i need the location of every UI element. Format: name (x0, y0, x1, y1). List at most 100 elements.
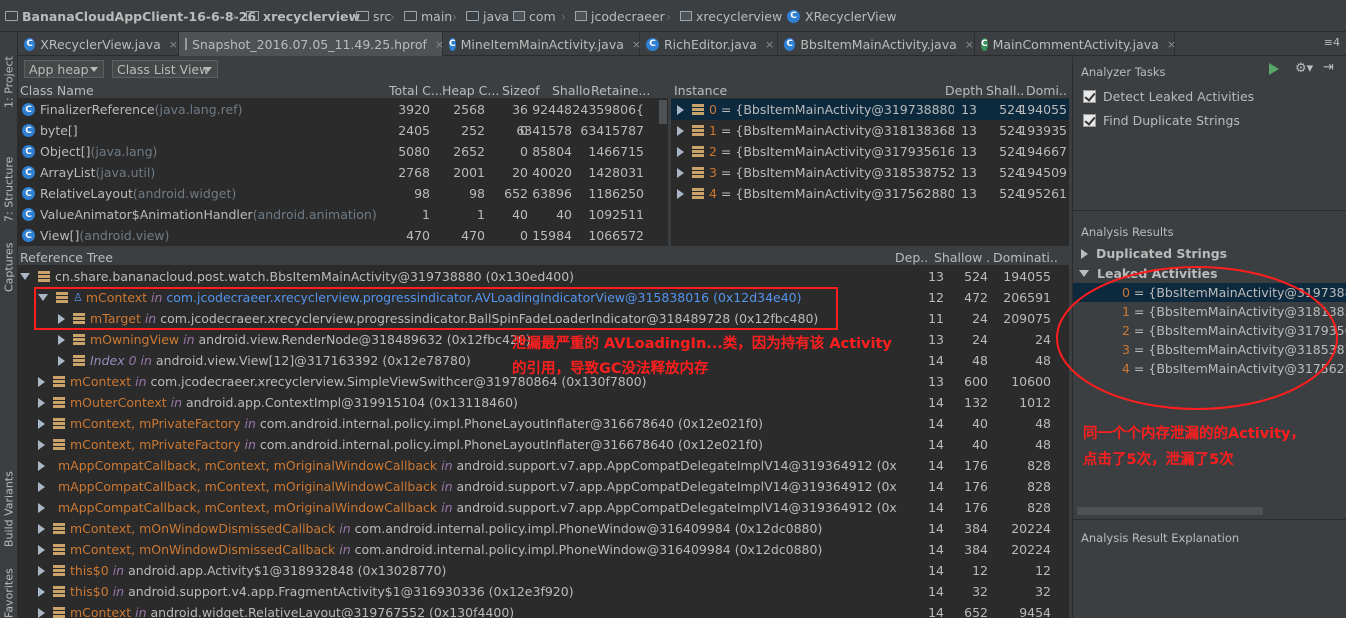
column-header[interactable]: Depth (945, 83, 983, 98)
view-mode-dropdown[interactable]: Class List View (112, 60, 218, 78)
project-folder-icon (5, 11, 18, 21)
tab-snapshot-2016-07-05-11-49-25-hprof[interactable]: Snapshot_2016.07.05_11.49.25.hprof × (179, 32, 444, 56)
reference-tree-row[interactable]: mContext, mOnWindowDismissedCallback in … (18, 518, 898, 539)
expand-arrow-icon[interactable] (38, 418, 45, 429)
captures-tool-tab[interactable]: Captures (0, 222, 18, 292)
collapse-arrow-icon[interactable] (20, 273, 30, 280)
breadcrumb-item[interactable]: xrecyclerview › (680, 0, 782, 32)
expand-arrow-icon[interactable] (58, 355, 65, 366)
expand-arrow-icon[interactable] (38, 565, 45, 576)
breadcrumb-item[interactable]: C XRecyclerView (787, 0, 897, 32)
expand-arrow-icon[interactable] (58, 334, 65, 345)
expand-arrow-icon[interactable] (38, 481, 45, 492)
settings-gear-icon[interactable]: ⚙▾ (1295, 61, 1313, 76)
column-header[interactable]: Shallow... (552, 83, 590, 98)
expand-arrow-icon[interactable] (677, 146, 684, 157)
breadcrumb-item[interactable]: xrecyclerview › (246, 0, 360, 32)
results-horizontal-scrollbar[interactable] (1077, 507, 1263, 515)
reference-tree-row[interactable]: mOuterContext in android.app.ContextImpl… (18, 392, 898, 413)
run-analysis-icon[interactable] (1269, 63, 1279, 75)
breadcrumb-item[interactable]: jcodecraeer › (575, 0, 671, 32)
favorites-tool-tab[interactable]: Favorites (0, 562, 18, 618)
instance-table-header: Instance DepthShall...Domi... (671, 82, 1069, 99)
column-header[interactable]: Heap C... (442, 83, 500, 98)
expand-arrow-icon[interactable] (38, 460, 45, 471)
reference-tree-row[interactable]: mContext in com.jcodecraeer.xrecyclervie… (18, 371, 898, 392)
tab-label: BbsItemMainActivity.java (800, 36, 957, 52)
expand-arrow-icon[interactable] (38, 439, 45, 450)
class-icon: C (784, 37, 796, 51)
reference-tree-row[interactable]: this$0 in android.support.v4.app.Fragmen… (18, 581, 898, 602)
expand-arrow-icon[interactable] (38, 502, 45, 513)
instance-index: 0 (709, 102, 717, 117)
breadcrumb-label: XRecyclerView (805, 8, 897, 24)
expand-arrow-icon[interactable] (677, 125, 684, 136)
expand-arrow-icon[interactable] (1081, 248, 1088, 259)
column-header[interactable]: Dep... (895, 250, 929, 265)
tab-richeditor-java[interactable]: C RichEditor.java × (640, 32, 778, 56)
column-header[interactable]: Reference Tree (20, 250, 880, 265)
project-tool-tab[interactable]: 1: Project (0, 38, 18, 108)
find-duplicate-strings-task[interactable]: Find Duplicate Strings (1083, 113, 1240, 128)
reference-tree-row[interactable]: mAppCompatCallback, mContext, mOriginalW… (18, 476, 898, 497)
expand-arrow-icon[interactable] (38, 607, 45, 618)
class-list-scrollbar[interactable] (659, 100, 667, 124)
structure-tool-tab[interactable]: 7: Structure (0, 122, 18, 222)
expand-arrow-icon[interactable] (38, 376, 45, 387)
expand-arrow-icon[interactable] (38, 544, 45, 555)
close-icon[interactable]: × (765, 38, 774, 51)
reference-tree-row[interactable]: cn.share.bananacloud.post.watch.BbsItemM… (18, 266, 898, 287)
column-header[interactable]: Total C... (389, 83, 441, 98)
expand-arrow-icon[interactable] (38, 586, 45, 597)
build-variants-tool-tab[interactable]: Build Variants (0, 452, 18, 547)
checkbox-checked-icon[interactable] (1083, 114, 1096, 127)
ref-object: android.support.v7.app.AppCompatDelegate… (456, 479, 898, 494)
tab-overflow-indicator[interactable]: ≡4 (1324, 36, 1340, 49)
breadcrumb-item[interactable]: com › (513, 0, 566, 32)
column-header[interactable]: Instance (674, 83, 934, 98)
detect-leaked-activities-task[interactable]: Detect Leaked Activities (1083, 89, 1254, 104)
breadcrumb-item[interactable]: java › (466, 0, 509, 32)
column-header[interactable]: Sizeof (502, 83, 550, 98)
tab-xrecyclerview-java[interactable]: C XRecyclerView.java × (18, 32, 179, 56)
reference-tree-row[interactable]: mContext, mOnWindowDismissedCallback in … (18, 539, 898, 560)
cell-shallow: 15984 (532, 228, 572, 243)
checkbox-checked-icon[interactable] (1083, 90, 1096, 103)
reference-tree-row[interactable]: mContext in android.widget.RelativeLayou… (18, 602, 898, 618)
column-header[interactable]: Retaine... (591, 83, 667, 98)
cell-shallow: 472 (964, 290, 988, 305)
hide-panel-icon[interactable]: ⇥ (1323, 60, 1334, 75)
cell-shallow: 24 (972, 311, 988, 326)
close-icon[interactable]: × (1167, 38, 1176, 51)
heap-select-dropdown[interactable]: App heap (24, 60, 104, 78)
column-header[interactable]: Shallow ... (934, 250, 990, 265)
breadcrumb-item[interactable]: main › (404, 0, 457, 32)
reference-tree-row[interactable]: mAppCompatCallback, mContext, mOriginalW… (18, 455, 898, 476)
tab-mineitemmainactivity-java[interactable]: C MineItemMainActivity.java × (443, 32, 641, 56)
expand-arrow-icon[interactable] (677, 167, 684, 178)
breadcrumb-item[interactable]: src › (356, 0, 395, 32)
close-icon[interactable]: × (169, 38, 178, 51)
reference-tree-row[interactable]: mContext, mPrivateFactory in com.android… (18, 434, 898, 455)
ref-object: cn.share.bananacloud.post.watch.BbsItemM… (55, 269, 575, 284)
column-header[interactable]: Domi... (1026, 83, 1066, 98)
reference-tree-row[interactable]: Index 0 in android.view.View[12]@3171633… (18, 350, 898, 371)
ref-object: android.view.RenderNode@318489632 (0x12f… (198, 332, 531, 347)
column-header[interactable]: Dominati... (993, 250, 1057, 265)
reference-tree-row[interactable]: mContext, mPrivateFactory in com.android… (18, 413, 898, 434)
expand-arrow-icon[interactable] (677, 188, 684, 199)
expand-arrow-icon[interactable] (38, 523, 45, 534)
expand-arrow-icon[interactable] (38, 397, 45, 408)
tab-bbsitemmainactivity-java[interactable]: C BbsItemMainActivity.java × (778, 32, 975, 56)
reference-tree-row[interactable]: mAppCompatCallback, mContext, mOriginalW… (18, 497, 898, 518)
close-icon[interactable]: × (965, 38, 974, 51)
breadcrumb-item[interactable]: BananaCloudAppClient-16-6-8-26 › (5, 0, 256, 32)
cell-depth: 14 (928, 458, 944, 473)
reference-tree-row[interactable]: this$0 in android.app.Activity$1@3189328… (18, 560, 898, 581)
expand-arrow-icon[interactable] (677, 104, 684, 115)
duplicated-strings-node[interactable]: Duplicated Strings (1081, 246, 1227, 261)
cell-shallow: 384 (964, 521, 988, 536)
column-header[interactable]: Class Name (20, 83, 385, 98)
column-header[interactable]: Shall... (986, 83, 1024, 98)
tab-maincommentactivity-java[interactable]: C MainCommentActivity.java × (975, 32, 1176, 56)
